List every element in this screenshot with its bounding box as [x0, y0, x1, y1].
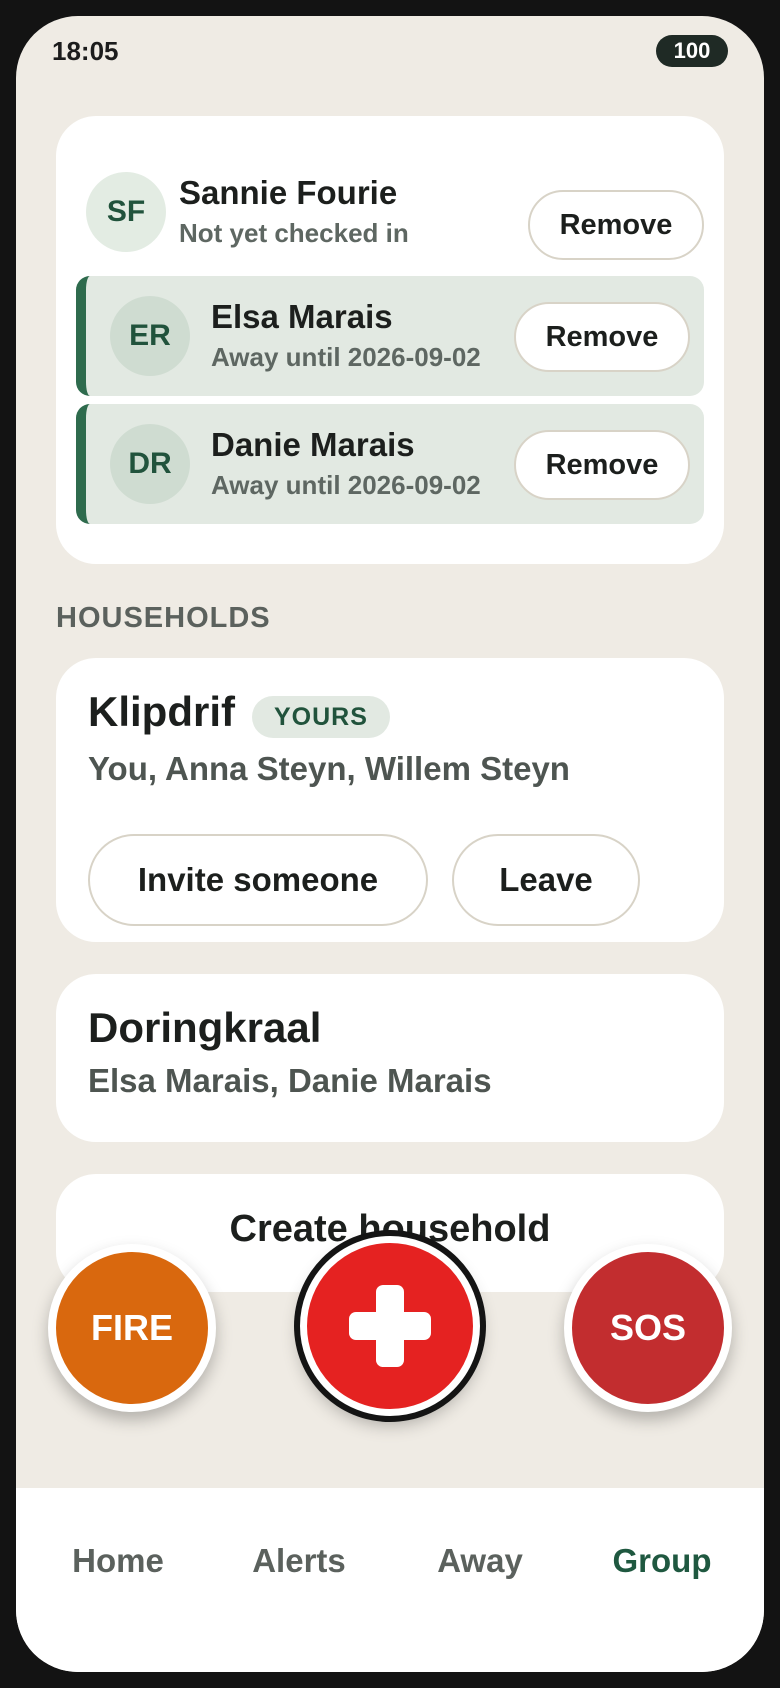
- household-name: Doringkraal: [88, 1004, 322, 1051]
- member-row-danie: DR Danie Marais Away until 2026-09-02 Re…: [76, 404, 704, 524]
- member-row-sannie: SF Sannie Fourie Not yet checked in Remo…: [76, 146, 704, 266]
- sos-alert-button[interactable]: SOS: [564, 1244, 732, 1412]
- member-name: Sannie Fourie: [179, 174, 398, 211]
- household-members: Elsa Marais, Danie Marais: [88, 1062, 492, 1099]
- member-status: Not yet checked in: [179, 218, 409, 248]
- nav-group[interactable]: Group: [572, 1542, 752, 1580]
- nav-home[interactable]: Home: [28, 1542, 208, 1580]
- household-members: You, Anna Steyn, Willem Steyn: [88, 750, 570, 787]
- member-name: Elsa Marais: [211, 298, 393, 335]
- status-time: 18:05: [52, 36, 119, 66]
- status-bar: 18:05 100: [16, 16, 764, 86]
- remove-member-button[interactable]: Remove: [514, 302, 690, 372]
- yours-badge: YOURS: [252, 696, 390, 738]
- medical-cross-icon: [349, 1285, 431, 1367]
- avatar: ER: [110, 296, 190, 376]
- member-status: Away until 2026-09-02: [211, 342, 481, 372]
- avatar: DR: [110, 424, 190, 504]
- household-card-doringkraal[interactable]: Doringkraal Elsa Marais, Danie Marais: [56, 974, 724, 1142]
- members-card: SF Sannie Fourie Not yet checked in Remo…: [56, 116, 724, 564]
- nav-alerts[interactable]: Alerts: [209, 1542, 389, 1580]
- bottom-nav: Home Alerts Away Group: [16, 1488, 764, 1672]
- remove-member-button[interactable]: Remove: [528, 190, 704, 260]
- phone-screen: 18:05 100 SF Sannie Fourie Not yet check…: [16, 16, 764, 1672]
- medical-alert-button[interactable]: [300, 1236, 480, 1416]
- invite-someone-button[interactable]: Invite someone: [88, 834, 428, 926]
- leave-household-button[interactable]: Leave: [452, 834, 640, 926]
- household-name: Klipdrif: [88, 688, 235, 735]
- household-card-klipdrif: Klipdrif YOURS You, Anna Steyn, Willem S…: [56, 658, 724, 942]
- battery-indicator: 100: [656, 35, 728, 67]
- avatar: SF: [86, 172, 166, 252]
- member-status: Away until 2026-09-02: [211, 470, 481, 500]
- member-row-elsa: ER Elsa Marais Away until 2026-09-02 Rem…: [76, 276, 704, 396]
- nav-away[interactable]: Away: [390, 1542, 570, 1580]
- member-name: Danie Marais: [211, 426, 415, 463]
- fire-alert-button[interactable]: FIRE: [48, 1244, 216, 1412]
- households-section-title: HOUSEHOLDS: [56, 602, 271, 634]
- remove-member-button[interactable]: Remove: [514, 430, 690, 500]
